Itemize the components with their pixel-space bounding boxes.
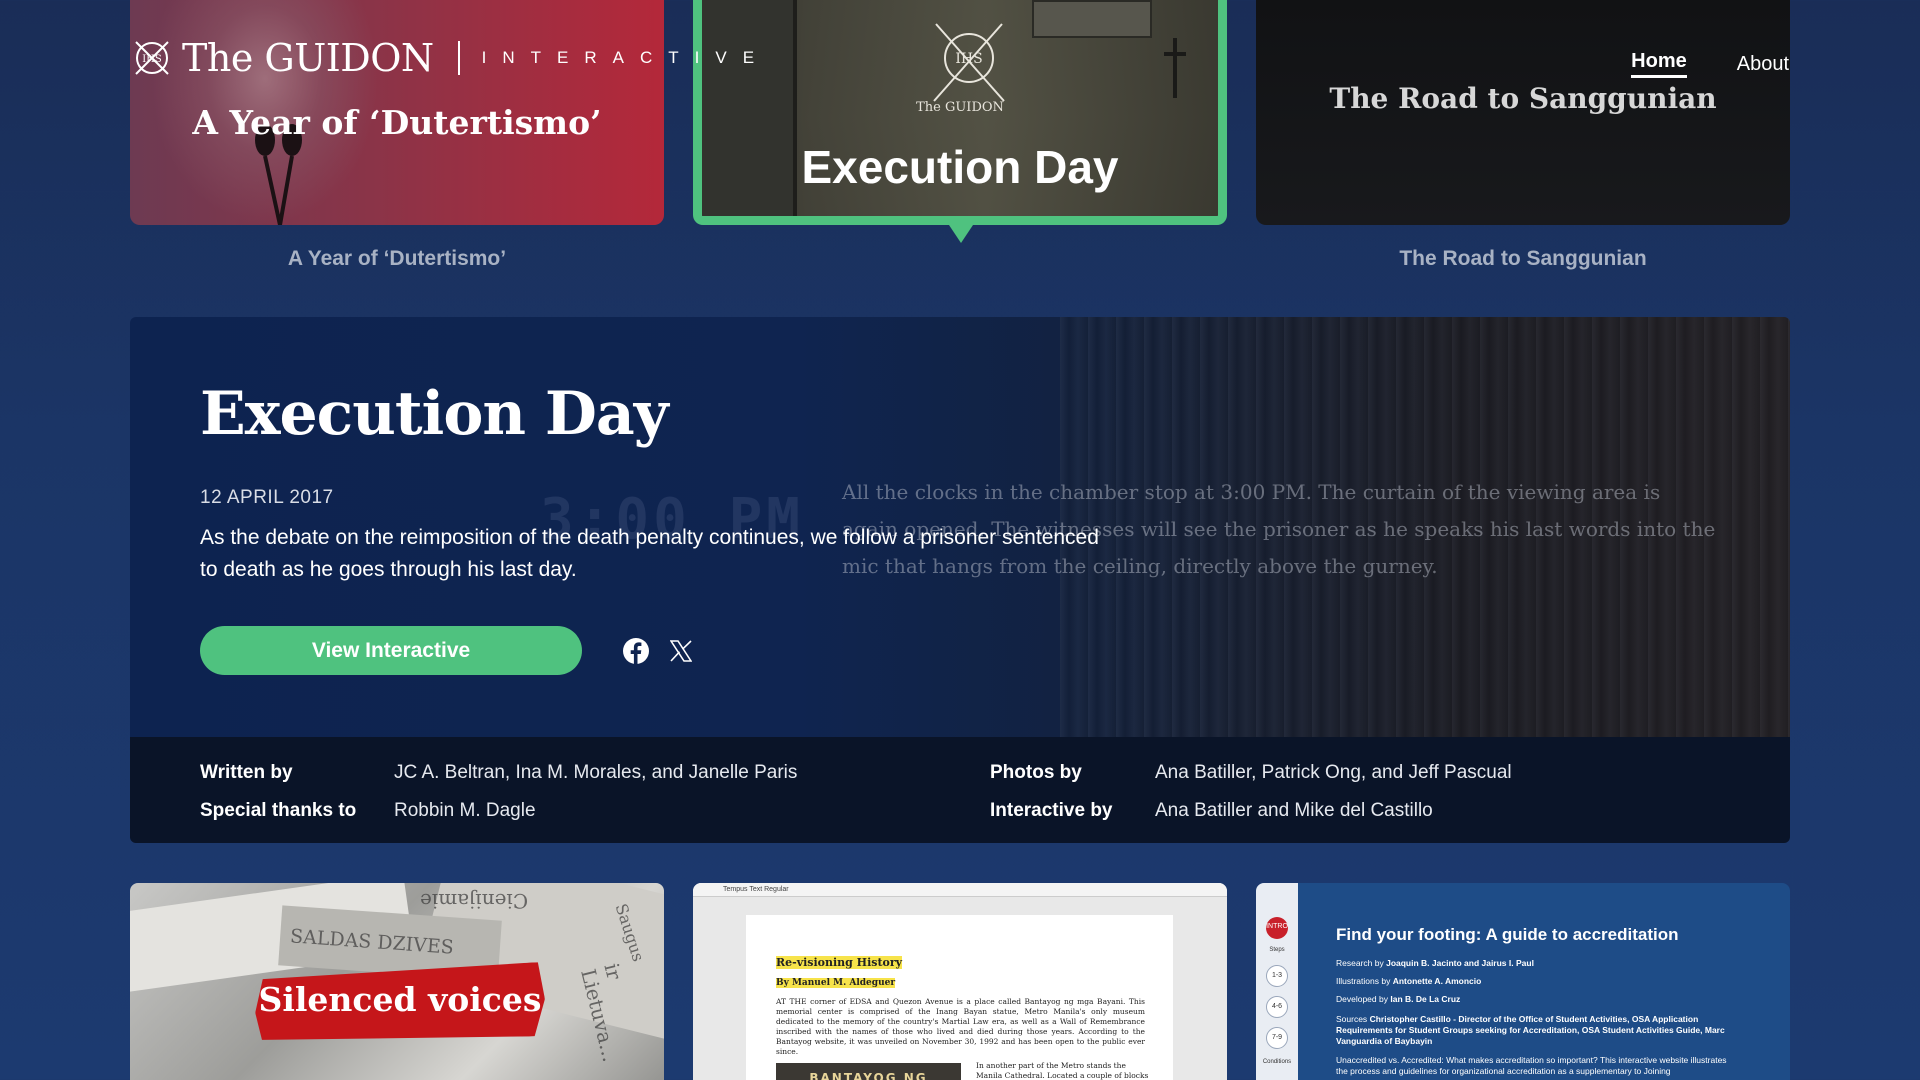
conditions-label: Conditions (1262, 1059, 1292, 1065)
svg-text:IHS: IHS (142, 54, 162, 65)
main-nav: Home About (1631, 50, 1789, 78)
nav-home-link[interactable]: Home (1631, 50, 1687, 78)
nav-about-link[interactable]: About (1737, 53, 1789, 76)
brand-subtitle: INTERACTIVE (481, 48, 771, 67)
document-image: BANTAYOG NG (776, 1063, 961, 1080)
sources-credit: Sources Christopher Castillo - Director … (1336, 1014, 1725, 1046)
step-intro: INTRO (1266, 917, 1288, 939)
feature-panel: 3:00 PM All the clocks in the chamber st… (130, 317, 1790, 843)
document-paragraph-2: In another part of the Metro stands the … (976, 1061, 1149, 1080)
special-thanks-label: Special thanks to (200, 800, 357, 821)
card-title: Silenced voices (258, 980, 542, 1019)
story-card-silenced-voices[interactable]: SALDAS DZIVES Cienijamie ir Lietuva... S… (130, 883, 664, 1080)
site-header: IHS The GUIDON INTERACTIVE Home About (0, 0, 1920, 130)
developed-credit: Developed by Ian B. De La Cruz (1336, 994, 1461, 1004)
written-by-label: Written by (200, 762, 293, 783)
step-4-6: 4-6 (1266, 996, 1288, 1018)
photos-by-value: Ana Batiller, Patrick Ong, and Jeff Pasc… (1155, 762, 1512, 783)
brand-logo[interactable]: IHS The GUIDON INTERACTIVE (128, 34, 770, 82)
newspaper-word: Cienijamie (420, 889, 529, 913)
step-1-3: 1-3 (1266, 965, 1288, 987)
document-paragraph: AT THE corner of EDSA and Quezon Avenue … (776, 997, 1145, 1056)
document-page: Re-visioning History By Manuel M. Aldegu… (746, 915, 1173, 1080)
story-card-revisioning-history[interactable]: Tempus Text Regular Re-visioning History… (693, 883, 1227, 1080)
document-byline: By Manuel M. Aldeguer (776, 978, 896, 988)
document-heading: Re-visioning History (776, 956, 903, 969)
feature-date: 12 APRIL 2017 (200, 487, 334, 508)
guidon-seal-icon: IHS (135, 41, 169, 75)
view-interactive-button[interactable]: View Interactive (200, 626, 582, 675)
feature-title: Execution Day (200, 379, 669, 449)
brand-name: The GUIDON (182, 36, 434, 80)
card-body: Unaccredited vs. Accredited: What makes … (1336, 1055, 1727, 1076)
illustrations-credit: Illustrations by Antonette A. Amoncio (1336, 976, 1482, 986)
research-credit: Research by Joaquin B. Jacinto and Jairu… (1336, 958, 1534, 968)
active-card-pointer (949, 225, 973, 243)
facebook-icon[interactable] (623, 638, 649, 664)
card-title: Execution Day (801, 141, 1119, 193)
x-icon[interactable] (670, 640, 692, 662)
carousel-caption-road-to-sanggunian[interactable]: The Road to Sanggunian (1256, 247, 1790, 271)
card-title: Find your footing: A guide to accreditat… (1336, 925, 1679, 944)
photos-by-label: Photos by (990, 762, 1082, 783)
story-card-accreditation[interactable]: INTRO Steps 1-3 4-6 7-9 Conditions Find … (1256, 883, 1790, 1080)
credits-bar: Written by JC A. Beltran, Ina M. Morales… (130, 737, 1790, 843)
special-thanks-value: Robbin M. Dagle (394, 800, 536, 821)
feature-description: As the debate on the reimposition of the… (200, 526, 1099, 581)
step-7-9: 7-9 (1266, 1027, 1288, 1049)
carousel-caption-dutertismo[interactable]: A Year of ‘Dutertismo’ (130, 247, 664, 271)
brand-divider (457, 41, 460, 75)
steps-label: Steps (1269, 947, 1285, 953)
written-by-value: JC A. Beltran, Ina M. Morales, and Janel… (394, 762, 798, 783)
editor-toolbar: Tempus Text Regular (693, 883, 1227, 897)
interactive-by-value: Ana Batiller and Mike del Castillo (1155, 800, 1433, 821)
interactive-by-label: Interactive by (990, 800, 1113, 821)
step-rail: INTRO Steps 1-3 4-6 7-9 Conditions (1256, 883, 1298, 1080)
